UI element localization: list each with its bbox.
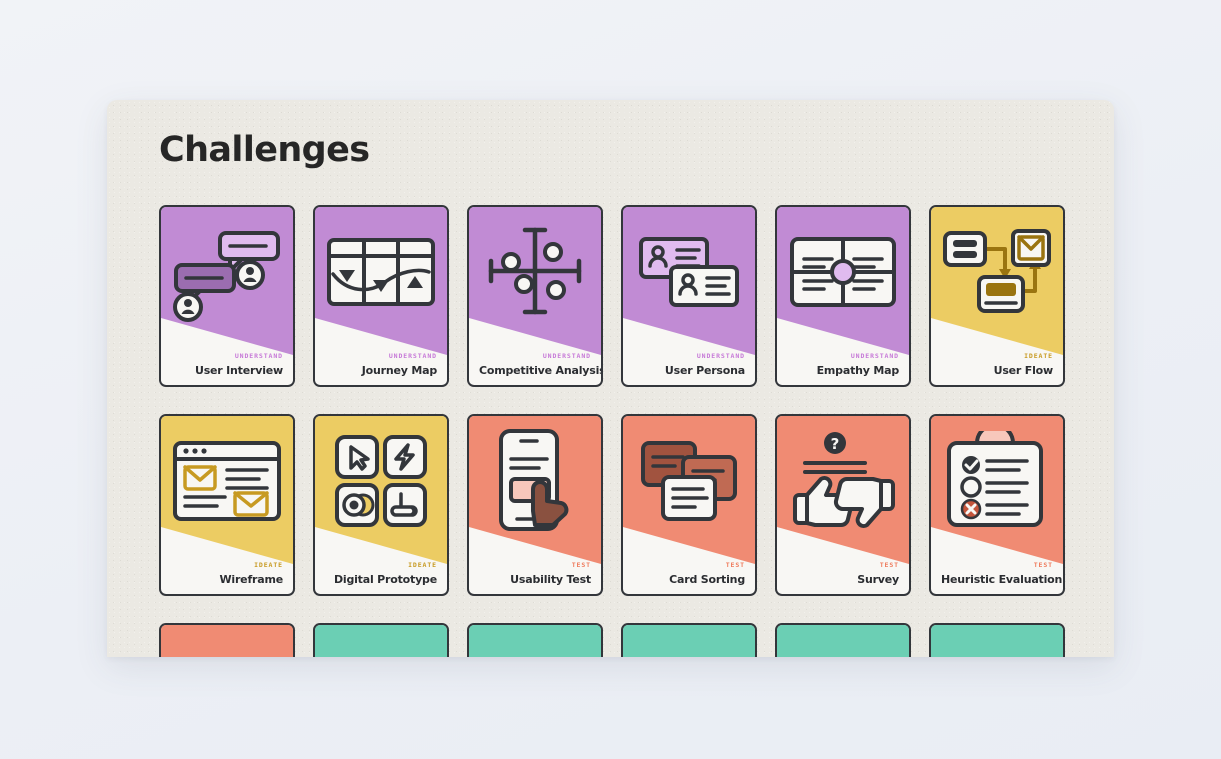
two-panels-icon — [623, 625, 755, 657]
card-phase-label: IDEATE — [408, 560, 437, 569]
card-title: Digital Prototype — [333, 573, 437, 586]
card-footer: TEST Survey — [777, 560, 909, 595]
card-phase-label: TEST — [879, 560, 899, 569]
card-footer: IDEATE Wireframe — [161, 560, 293, 595]
challenge-card[interactable]: UNDERSTAND User Persona — [621, 205, 757, 387]
card-title: Competitive Analysis — [479, 364, 603, 377]
card-footer: UNDERSTAND User Persona — [623, 351, 755, 386]
card-phase-label: TEST — [571, 560, 591, 569]
wireframe-window-icon — [161, 416, 293, 546]
card-footer: UNDERSTAND Journey Map — [315, 351, 447, 386]
card-phase-label: UNDERSTAND — [850, 351, 899, 360]
challenge-card[interactable] — [159, 623, 295, 657]
card-title: Wireframe — [219, 573, 283, 586]
speech-bubbles-icon — [161, 207, 293, 337]
challenge-card[interactable]: UNDERSTAND Journey Map — [313, 205, 449, 387]
challenge-card[interactable]: TEST Heuristic Evaluation — [929, 414, 1065, 596]
card-footer: TEST Usability Test — [469, 560, 601, 595]
challenge-card[interactable]: IDEATE Wireframe — [159, 414, 295, 596]
card-footer: TEST Heuristic Evaluation — [931, 560, 1063, 595]
card-footer: IDEATE User Flow — [931, 351, 1063, 386]
phone-tap-icon — [469, 416, 601, 546]
thumbs-vote-icon: ? — [777, 416, 909, 546]
challenge-card[interactable] — [467, 623, 603, 657]
card-footer: UNDERSTAND User Interview — [161, 351, 293, 386]
challenge-card[interactable] — [775, 623, 911, 657]
card-phase-label: IDEATE — [254, 560, 283, 569]
check-list-icon — [931, 625, 1063, 657]
page-title: Challenges — [159, 130, 370, 170]
challenge-card[interactable]: UNDERSTAND Empathy Map — [775, 205, 911, 387]
challenge-card[interactable] — [621, 623, 757, 657]
app-root: Challenges UNDERSTAND User Interview UNDE… — [0, 0, 1221, 759]
card-title: User Persona — [664, 364, 745, 377]
challenge-card[interactable]: IDEATE User Flow — [929, 205, 1065, 387]
card-title: Card Sorting — [669, 573, 745, 586]
axis-matrix-icon — [469, 207, 601, 337]
challenge-card[interactable]: IDEATE Digital Prototype — [313, 414, 449, 596]
card-phase-label: UNDERSTAND — [696, 351, 745, 360]
svg-text:?: ? — [831, 435, 840, 453]
card-phase-label: TEST — [1033, 560, 1053, 569]
card-phase-label: UNDERSTAND — [542, 351, 591, 360]
card-title: Journey Map — [361, 364, 437, 377]
card-footer: IDEATE Digital Prototype — [315, 560, 447, 595]
card-phase-label: TEST — [725, 560, 745, 569]
challenge-card[interactable] — [929, 623, 1065, 657]
card-phase-label: IDEATE — [1024, 351, 1053, 360]
card-phase-label: UNDERSTAND — [388, 351, 437, 360]
challenges-board: Challenges UNDERSTAND User Interview UNDE… — [107, 100, 1114, 657]
card-footer: UNDERSTAND Competitive Analysis — [469, 351, 603, 386]
card-title: Usability Test — [510, 573, 591, 586]
challenge-card[interactable]: UNDERSTAND User Interview — [159, 205, 295, 387]
chat-dark-icon — [161, 625, 293, 657]
journey-grid-icon — [315, 207, 447, 337]
card-title: Survey — [857, 573, 899, 586]
card-title: User Interview — [194, 364, 283, 377]
single-panel-icon — [777, 625, 909, 657]
card-title: User Flow — [993, 364, 1054, 377]
card-footer: UNDERSTAND Empathy Map — [777, 351, 909, 386]
pin-icon — [469, 625, 601, 657]
card-title: Heuristic Evaluation — [941, 573, 1063, 586]
card-phase-label: UNDERSTAND — [234, 351, 283, 360]
card-footer: TEST Card Sorting — [623, 560, 755, 595]
flowchart-icon — [931, 207, 1063, 337]
clipboard-checklist-icon — [931, 416, 1063, 546]
prototype-tiles-icon — [315, 416, 447, 546]
id-cards-icon — [623, 207, 755, 337]
challenge-card-grid: UNDERSTAND User Interview UNDERSTAND Journ… — [159, 205, 1075, 657]
challenge-card[interactable]: TEST Card Sorting — [621, 414, 757, 596]
card-title: Empathy Map — [816, 364, 900, 377]
challenge-card[interactable]: TEST Usability Test — [467, 414, 603, 596]
blank-icon — [315, 625, 447, 657]
challenge-card[interactable] — [313, 623, 449, 657]
stacked-cards-icon — [623, 416, 755, 546]
challenge-card[interactable]: UNDERSTAND Competitive Analysis — [467, 205, 603, 387]
challenge-card[interactable]: ? TEST Survey — [775, 414, 911, 596]
quadrant-map-icon — [777, 207, 909, 337]
